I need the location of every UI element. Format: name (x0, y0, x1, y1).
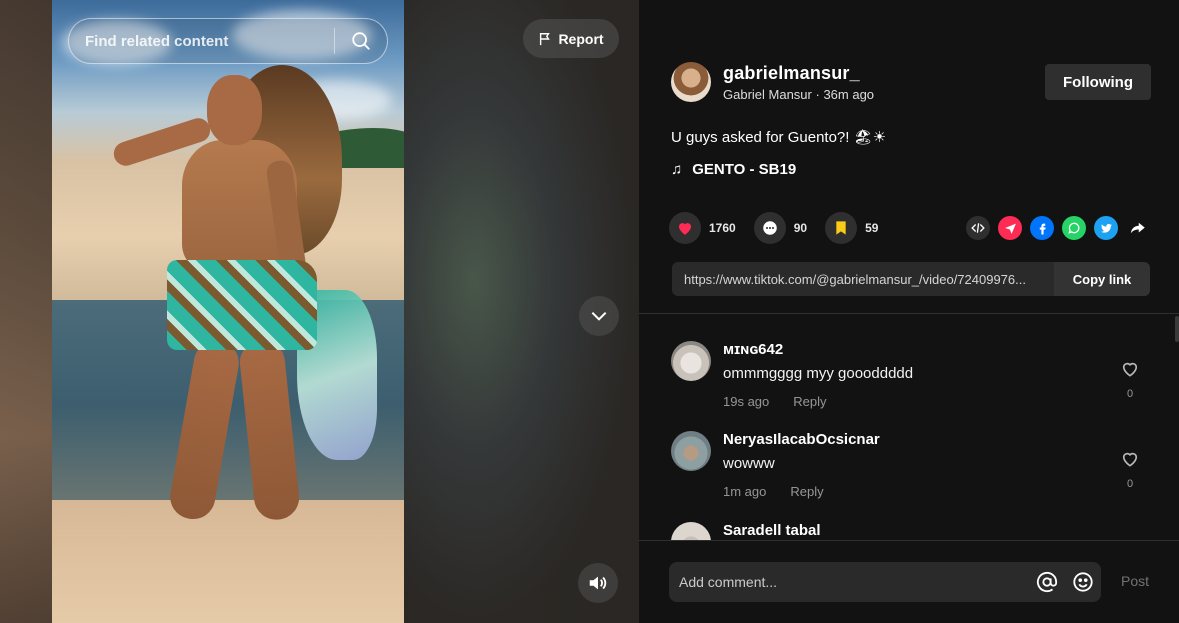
avatar[interactable] (671, 341, 711, 381)
post-button[interactable]: Post (1121, 573, 1149, 589)
comment-username[interactable]: Saradell tabal (723, 522, 821, 539)
whatsapp-icon[interactable] (1062, 216, 1086, 240)
save-stat[interactable]: 59 (825, 212, 878, 244)
author-info[interactable]: gabrielmansur_ Gabriel Mansur · 36m ago (671, 62, 874, 102)
comment-bubble-icon (762, 221, 777, 235)
comment-username[interactable]: NeryasIlacabOcsicnar (723, 431, 880, 448)
reply-button[interactable]: Reply (793, 394, 826, 409)
embed-icon[interactable] (966, 216, 990, 240)
dancer-figure (110, 60, 377, 530)
engagement-stats: 1760 90 59 (669, 212, 896, 244)
mention-button[interactable] (1029, 571, 1065, 593)
divider (639, 540, 1179, 541)
comment-count: 90 (793, 221, 808, 235)
comment-like-count: 0 (1126, 388, 1134, 400)
comment-composer[interactable]: Add comment... (669, 562, 1101, 602)
flag-icon (540, 32, 551, 45)
avatar[interactable] (671, 522, 711, 540)
video-url[interactable]: https://www.tiktok.com/@gabrielmansur_/v… (672, 272, 1054, 287)
at-sign-icon (1036, 571, 1058, 593)
share-options (966, 216, 1150, 240)
heart-outline-icon (1122, 362, 1138, 377)
video-caption: U guys asked for Guento?! 🏖☀ (671, 129, 887, 146)
comment-like[interactable]: 0 (1119, 359, 1141, 400)
save-button[interactable] (825, 212, 858, 244)
details-panel: gabrielmansur_ Gabriel Mansur · 36m ago … (639, 0, 1179, 623)
heart-outline-icon (1122, 452, 1138, 467)
author-display-name: Gabriel Mansur (723, 86, 812, 102)
post-time: 36m ago (823, 86, 875, 102)
following-button[interactable]: Following (1045, 64, 1151, 100)
like-stat[interactable]: 1760 (669, 212, 736, 244)
comment-stat[interactable]: 90 (753, 212, 808, 244)
comment-time: 1m ago (723, 484, 767, 499)
bookmark-icon (836, 221, 846, 235)
reply-button[interactable]: Reply (790, 484, 823, 499)
share-arrow-icon[interactable] (1126, 216, 1150, 240)
facebook-icon[interactable] (1030, 216, 1054, 240)
music-link[interactable]: ♫ GENTO - SB19 (671, 161, 796, 178)
save-count: 59 (865, 221, 879, 235)
search-bar[interactable]: Find related content (68, 18, 388, 64)
emoji-icon (1073, 572, 1093, 592)
comment-username[interactable]: ᴍɪɴɢ642 (723, 341, 913, 358)
video-player[interactable] (52, 0, 404, 623)
next-video-button[interactable] (579, 296, 619, 336)
comment-list: ᴍɪɴɢ642 ommmgggg myy goooddddd 19s ago R… (639, 314, 1179, 540)
search-button[interactable] (335, 18, 387, 64)
avatar[interactable] (671, 62, 711, 102)
twitter-icon[interactable] (1094, 216, 1118, 240)
scrollbar[interactable] (1175, 316, 1179, 342)
emoji-button[interactable] (1065, 571, 1101, 593)
comment-time: 19s ago (723, 394, 770, 409)
comment-like-count: 0 (1126, 478, 1134, 490)
avatar[interactable] (671, 431, 711, 471)
author-username[interactable]: gabrielmansur_ (723, 63, 874, 84)
like-button[interactable] (669, 212, 701, 244)
send-to-friends-icon[interactable] (998, 216, 1022, 240)
music-title[interactable]: GENTO - SB19 (692, 161, 796, 178)
comment-like[interactable]: 0 (1119, 449, 1141, 490)
copy-link-button[interactable]: Copy link (1054, 262, 1150, 296)
comment-text: ommmgggg myy goooddddd (723, 365, 914, 382)
search-icon (352, 32, 370, 50)
chevron-down-icon (591, 311, 607, 321)
volume-button[interactable] (578, 563, 618, 603)
report-button[interactable]: Report (523, 19, 619, 58)
comment-input[interactable]: Add comment... (669, 574, 1029, 590)
video-detail-page: Find related content Report gabrielmansu… (0, 0, 1179, 623)
report-label: Report (558, 30, 604, 47)
music-note-icon: ♫ (671, 161, 683, 178)
volume-icon (589, 576, 607, 590)
author-meta: Gabriel Mansur · 36m ago (723, 87, 874, 102)
comment-button[interactable] (753, 212, 786, 244)
video-pane: Find related content Report (0, 0, 639, 623)
video-backdrop-left (0, 0, 52, 623)
meta-separator: · (811, 86, 824, 102)
share-link-box: https://www.tiktok.com/@gabrielmansur_/v… (672, 262, 1150, 296)
comment-text: wowww (723, 455, 775, 472)
heart-icon (679, 223, 691, 235)
like-count: 1760 (709, 221, 736, 235)
search-input[interactable]: Find related content (69, 33, 334, 50)
